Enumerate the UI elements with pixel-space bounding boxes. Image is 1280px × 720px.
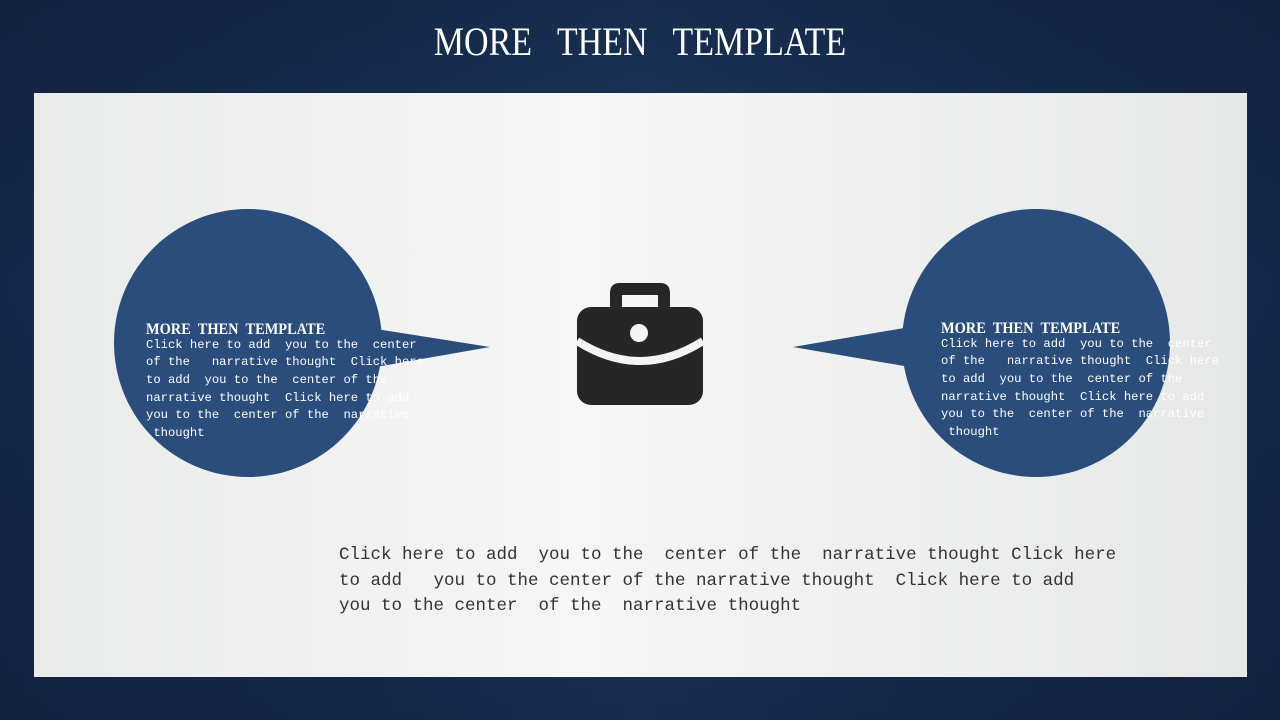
- left-bubble-body: Click here to add you to the center of t…: [146, 337, 424, 440]
- left-bubble-title: MORE THEN TEMPLATE: [146, 321, 326, 339]
- left-bubble-text: MORE THEN TEMPLATE Click here to add you …: [146, 286, 424, 442]
- right-bubble-body: Click here to add you to the center of t…: [941, 336, 1219, 439]
- right-bubble-pointer: [793, 327, 910, 367]
- bottom-text: Click here to add you to the center of t…: [339, 545, 1117, 616]
- briefcase-icon: [576, 283, 704, 405]
- right-bubble-text: MORE THEN TEMPLATE Click here to add you …: [941, 285, 1219, 441]
- right-bubble-title: MORE THEN TEMPLATE: [941, 320, 1121, 338]
